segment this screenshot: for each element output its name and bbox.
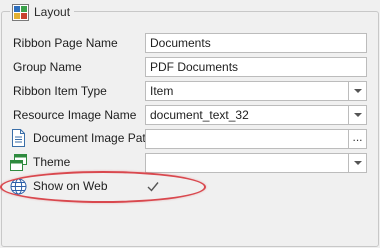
ribbon-page-name-input[interactable]: Documents	[145, 33, 367, 53]
theme-dropdown-button[interactable]	[348, 154, 366, 172]
show-on-web-label-group: Show on Web	[10, 176, 108, 196]
document-image-path-value	[146, 130, 348, 148]
group-name-label: Group Name	[13, 60, 82, 74]
resource-image-name-value: document_text_32	[150, 108, 249, 122]
theme-label-group: Theme	[10, 152, 70, 172]
show-on-web-label: Show on Web	[33, 179, 108, 193]
chevron-down-icon	[353, 113, 362, 117]
theme-label: Theme	[33, 155, 71, 169]
browse-button[interactable]: ...	[348, 130, 366, 148]
chevron-down-icon	[353, 161, 362, 165]
group-name-value: PDF Documents	[150, 60, 239, 74]
document-image-path-label: Document Image Path	[33, 131, 153, 145]
ribbon-page-name-label: Ribbon Page Name	[13, 36, 118, 50]
document-image-path-input[interactable]: ...	[145, 129, 367, 149]
ellipsis-icon: ...	[352, 130, 363, 144]
ribbon-item-type-value: Item	[150, 84, 174, 98]
ribbon-page-name-value: Documents	[150, 36, 211, 50]
resource-image-name-dropdown-button[interactable]	[348, 106, 366, 124]
layout-group-header: Layout	[10, 2, 75, 22]
group-title: Layout	[34, 5, 71, 19]
theme-select[interactable]	[145, 153, 367, 173]
ribbon-item-type-dropdown-button[interactable]	[348, 82, 366, 100]
ribbon-item-type-select[interactable]: Item	[145, 81, 367, 101]
document-icon	[12, 129, 25, 147]
resource-image-name-label: Resource Image Name	[13, 108, 137, 122]
globe-icon	[10, 178, 27, 194]
resource-image-name-select[interactable]: document_text_32	[145, 105, 367, 125]
layout-icon	[12, 3, 29, 21]
show-on-web-checkbox[interactable]	[146, 179, 160, 193]
window-theme-icon	[10, 153, 27, 171]
chevron-down-icon	[353, 89, 362, 93]
theme-value	[146, 154, 348, 172]
document-image-path-label-group: Document Image Path	[10, 128, 152, 148]
checkmark-icon	[147, 181, 159, 192]
group-name-input[interactable]: PDF Documents	[145, 57, 367, 77]
ribbon-item-type-label: Ribbon Item Type	[13, 84, 107, 98]
